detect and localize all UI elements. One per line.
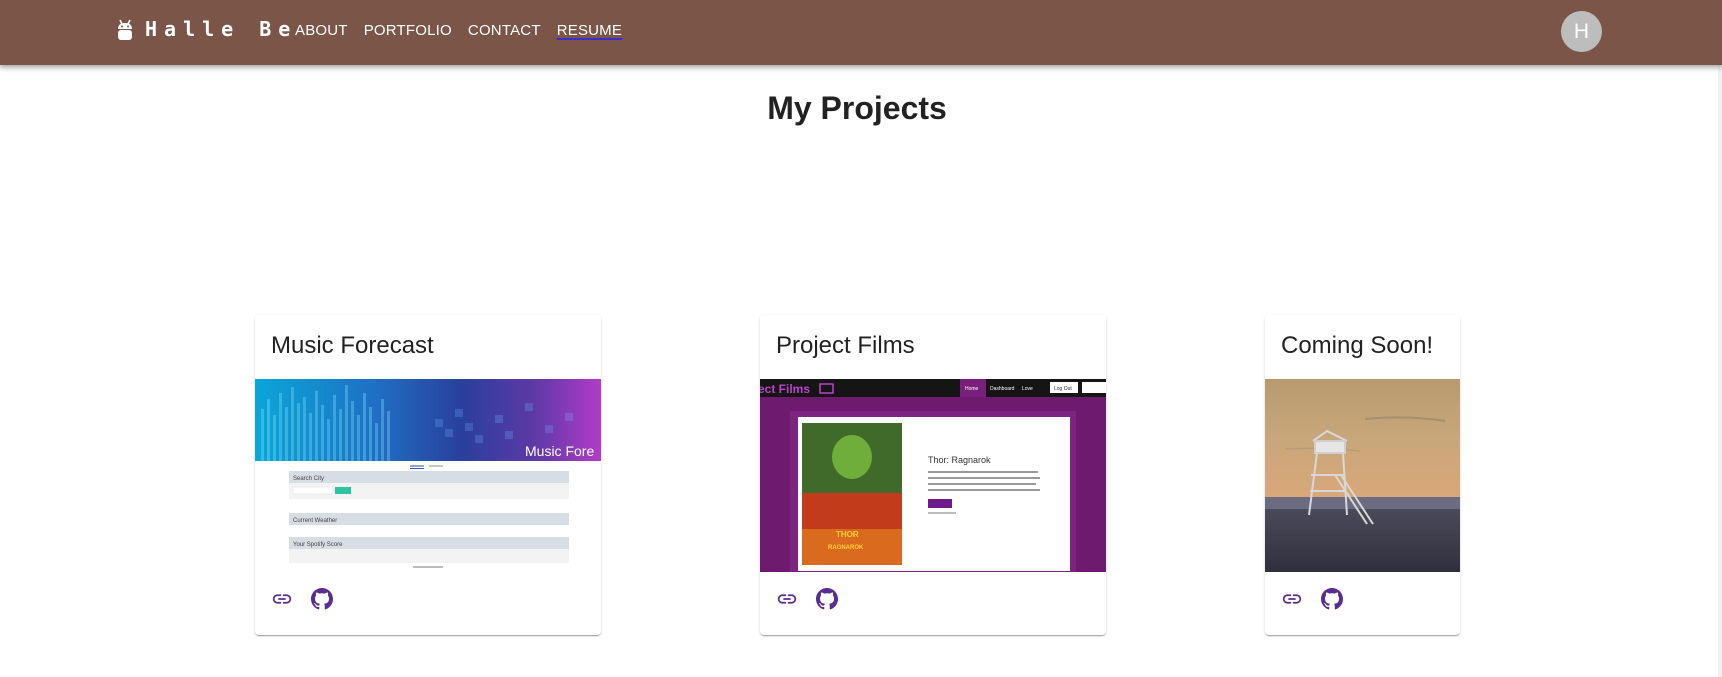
app-bar: Halle Be ABOUT PORTFOLIO CONTACT RESUME … <box>0 0 1722 65</box>
android-icon <box>118 19 132 40</box>
svg-text:Dashboard: Dashboard <box>990 386 1015 392</box>
github-icon[interactable] <box>311 588 333 610</box>
svg-text:Log Out: Log Out <box>1054 386 1072 392</box>
github-icon[interactable] <box>1321 588 1343 610</box>
nav-resume[interactable]: RESUME <box>557 22 622 39</box>
svg-text:Love: Love <box>1022 386 1033 392</box>
project-card-coming-soon: Coming Soon! <box>1265 315 1460 635</box>
svg-text:THOR: THOR <box>836 530 859 539</box>
svg-text:Search City: Search City <box>293 476 324 482</box>
card-actions <box>776 588 838 610</box>
scrollbar[interactable] <box>1718 65 1722 677</box>
nav-portfolio[interactable]: PORTFOLIO <box>364 22 452 39</box>
svg-text:Current Weather: Current Weather <box>293 518 337 524</box>
card-title: Coming Soon! <box>1281 332 1434 359</box>
link-icon[interactable] <box>1281 588 1303 610</box>
card-actions <box>271 588 333 610</box>
card-title: Project Films <box>776 332 915 359</box>
card-title: Music Forecast <box>271 332 434 359</box>
project-screenshot[interactable] <box>1265 379 1460 572</box>
avatar[interactable]: H <box>1561 11 1602 52</box>
project-card-music-forecast: Music Forecast Music Fore Search City Cu… <box>255 315 601 635</box>
project-card-project-films: Project Films ect Films Home Dashboard L… <box>760 315 1106 635</box>
movie-title: Thor: Ragnarok <box>928 455 991 465</box>
nav-contact[interactable]: CONTACT <box>468 22 541 39</box>
nav-about[interactable]: ABOUT <box>295 22 348 39</box>
project-films-preview: ect Films Home Dashboard Love Log Out TH… <box>760 379 1106 572</box>
page-title: My Projects <box>767 90 947 126</box>
link-icon[interactable] <box>271 588 293 610</box>
github-icon[interactable] <box>816 588 838 610</box>
music-forecast-preview: Music Fore Search City Current Weather Y… <box>255 379 601 572</box>
brand-name[interactable]: Halle Be <box>145 17 297 41</box>
svg-text:RAGNAROK: RAGNAROK <box>828 545 864 551</box>
svg-text:Home: Home <box>965 386 979 392</box>
project-screenshot[interactable]: Music Fore Search City Current Weather Y… <box>255 379 601 572</box>
link-icon[interactable] <box>776 588 798 610</box>
project-screenshot[interactable]: ect Films Home Dashboard Love Log Out TH… <box>760 379 1106 572</box>
main-nav: ABOUT PORTFOLIO CONTACT RESUME <box>295 22 622 39</box>
banner-text: ect Films <box>760 382 810 396</box>
beach-lifeguard-photo <box>1265 379 1460 572</box>
card-actions <box>1281 588 1343 610</box>
banner-text: Music Fore <box>525 443 594 459</box>
svg-text:Your Spotify Score: Your Spotify Score <box>293 542 343 548</box>
